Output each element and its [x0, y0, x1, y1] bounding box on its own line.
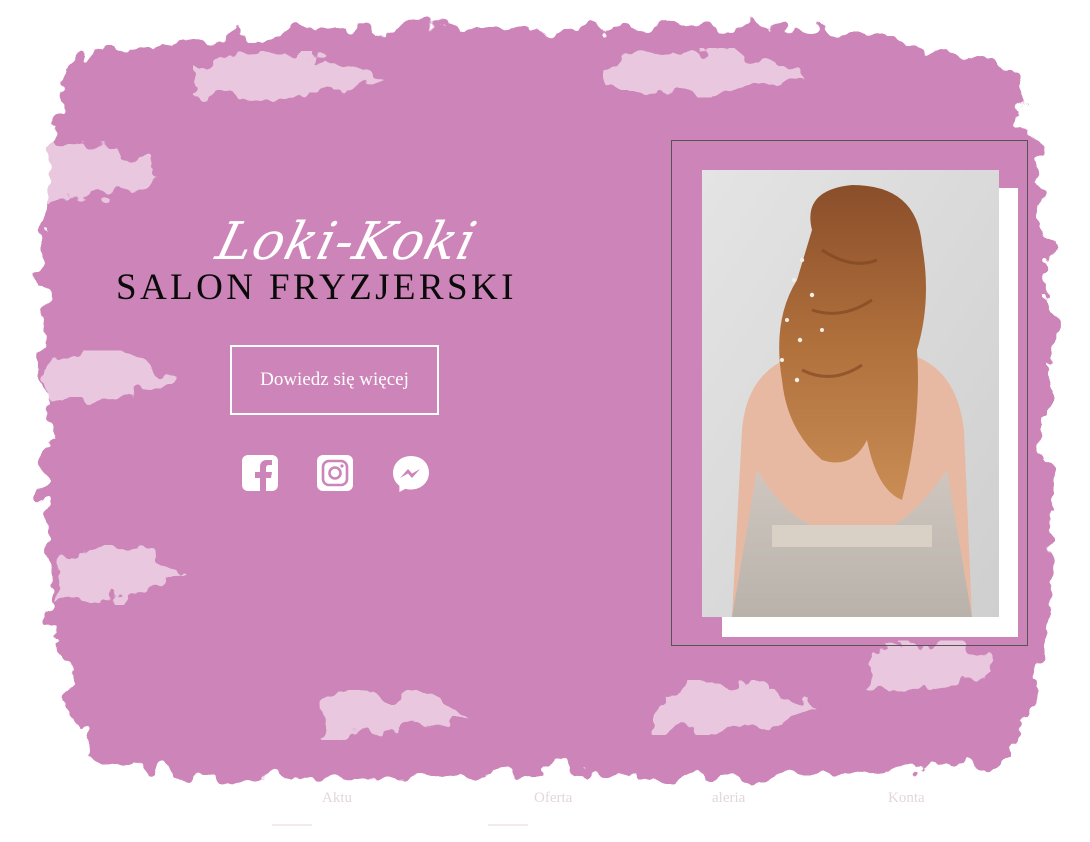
nav-underline [272, 824, 312, 826]
page-title: SALON FRYZJERSKI [116, 267, 517, 308]
hairstyle-photo [702, 170, 999, 617]
nav-item-kontakt[interactable]: Konta [888, 790, 925, 807]
nav-item-aktualnosci[interactable]: Aktu [322, 790, 352, 807]
facebook-icon[interactable] [241, 454, 279, 492]
nav-underline [488, 824, 528, 826]
bottom-navigation: Aktu Oferta aleria Konta [0, 790, 1090, 830]
nav-item-galeria[interactable]: aleria [712, 790, 745, 807]
brand-script-name: Loki-Koki [210, 212, 483, 272]
messenger-icon[interactable] [391, 454, 429, 492]
nav-item-oferta[interactable]: Oferta [534, 790, 572, 807]
instagram-icon[interactable] [316, 454, 354, 492]
learn-more-button[interactable]: Dowiedz się więcej [230, 345, 439, 415]
